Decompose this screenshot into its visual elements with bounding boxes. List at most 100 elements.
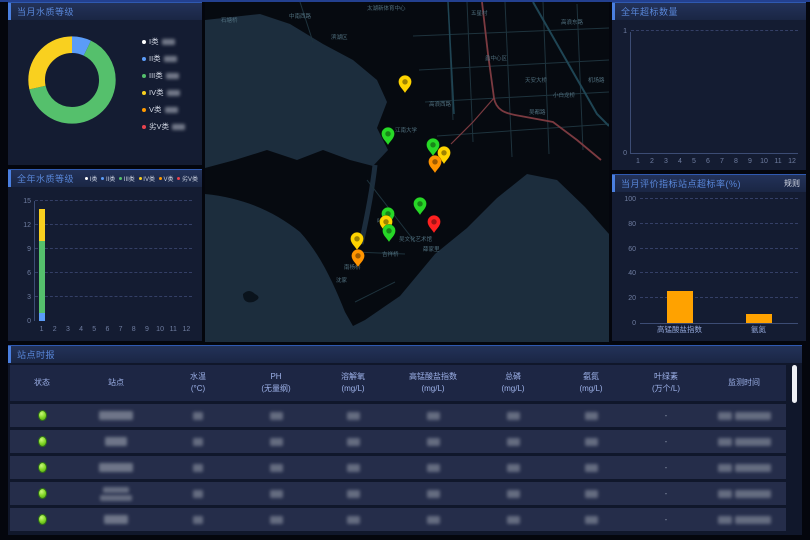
redacted-block xyxy=(718,516,732,524)
x-axis-tick: 12 xyxy=(785,158,799,165)
legend-item[interactable]: IV类 xyxy=(142,87,185,98)
cell-chlorophyll: - xyxy=(630,463,702,472)
y-axis-tick: 3 xyxy=(17,294,31,301)
table-header-row: 状态站点水温(°C)PH(无量纲)溶解氧(mg/L)高锰酸盐指数(mg/L)总磷… xyxy=(10,365,786,401)
redacted-block xyxy=(507,464,520,472)
stacked-bar-legend: I类 II类 III类 IV类 V类劣V类 xyxy=(81,174,198,183)
dash-value: - xyxy=(665,515,668,524)
legend-item[interactable]: III类 xyxy=(142,70,185,81)
redacted-block xyxy=(347,412,360,420)
redacted-block xyxy=(100,495,132,501)
map-panel[interactable]: 石塘桥中南西路滨湖区太湖新体育中心五星村蠡中心区高浪东路高浪西路天安大桥机场路小… xyxy=(205,2,609,342)
legend-dot xyxy=(142,40,146,44)
legend-item[interactable]: IV类 xyxy=(139,174,155,183)
cell-value-redacted xyxy=(158,516,238,524)
legend-dot xyxy=(142,91,146,95)
panel-title: 站点时报 xyxy=(17,348,55,361)
table-row[interactable]: - xyxy=(10,404,786,427)
x-axis-tick: 2 xyxy=(645,158,659,165)
table-row[interactable]: - xyxy=(10,430,786,453)
panel-header: 当月水质等级 xyxy=(8,2,202,20)
status-ok-dot xyxy=(38,462,47,473)
redacted-block xyxy=(270,490,283,498)
legend-item[interactable]: I类 xyxy=(142,36,185,47)
cell-value-redacted xyxy=(158,464,238,472)
cell-value-redacted xyxy=(392,490,474,498)
cell-value-redacted xyxy=(552,464,630,472)
stacked-bar-plot: 03691215123456789101112 xyxy=(34,201,192,321)
redacted-block xyxy=(585,490,598,498)
map-place-label: 吉祥桥 xyxy=(382,250,399,258)
map-place-label: 机场路 xyxy=(588,76,605,84)
cell-time-redacted xyxy=(702,464,786,472)
dash-value: - xyxy=(665,437,668,446)
donut-legend: I类 II类 III类 IV类 V类劣V类 xyxy=(142,36,185,138)
legend-dot xyxy=(142,108,146,112)
legend-item[interactable]: 劣V类 xyxy=(142,121,185,132)
redacted-block xyxy=(193,438,203,446)
redacted-block xyxy=(270,516,283,524)
redacted-block xyxy=(193,490,203,498)
y-axis-tick: 20 xyxy=(622,295,636,302)
cell-value-redacted xyxy=(314,464,392,472)
cell-value-redacted xyxy=(238,412,314,420)
column-header: 氨氮(mg/L) xyxy=(552,371,630,395)
rule-link[interactable]: 规则 xyxy=(784,178,800,189)
bar-segment-IV类 xyxy=(39,209,45,241)
y-axis-tick: 40 xyxy=(622,270,636,277)
city-map[interactable]: 石塘桥中南西路滨湖区太湖新体育中心五星村蠡中心区高浪东路高浪西路天安大桥机场路小… xyxy=(205,2,609,342)
redacted-block xyxy=(718,464,732,472)
bar-高锰酸盐指数 xyxy=(667,291,693,323)
legend-item[interactable]: II类 xyxy=(142,53,185,64)
redacted-block xyxy=(427,464,440,472)
table-row[interactable]: - xyxy=(10,482,786,505)
redacted-block xyxy=(585,516,598,524)
redacted-block xyxy=(193,412,203,420)
cell-value-redacted xyxy=(474,412,552,420)
x-axis-tick: 11 xyxy=(166,326,180,333)
panel-year-water-grade: 全年水质等级 I类 II类 III类 IV类 V类劣V类 036912151234567… xyxy=(8,169,202,341)
x-axis-tick: 3 xyxy=(61,326,75,333)
bar-氨氮 xyxy=(746,314,772,323)
legend-item[interactable]: II类 xyxy=(101,174,115,183)
legend-item[interactable]: V类 xyxy=(142,104,185,115)
table-row[interactable]: - xyxy=(10,456,786,479)
dash-value: - xyxy=(665,463,668,472)
legend-dot xyxy=(142,57,146,61)
redacted-block xyxy=(427,438,440,446)
cell-value-redacted xyxy=(238,438,314,446)
panel-title: 全年水质等级 xyxy=(17,172,74,185)
legend-value-redacted xyxy=(165,107,178,113)
legend-value-redacted xyxy=(172,124,185,130)
cell-value-redacted xyxy=(552,516,630,524)
legend-item[interactable]: V类 xyxy=(159,174,174,183)
legend-item[interactable]: 劣V类 xyxy=(177,174,198,183)
legend-label: 劣V类 xyxy=(182,174,198,183)
cell-station-redacted xyxy=(74,463,158,472)
legend-label: IV类 xyxy=(149,87,164,98)
cell-value-redacted xyxy=(238,464,314,472)
legend-label: I类 xyxy=(149,36,159,47)
legend-label: V类 xyxy=(149,104,162,115)
status-ok-dot xyxy=(38,436,47,447)
bar-segment-II类 xyxy=(39,313,45,321)
panel-month-water-grade: 当月水质等级 I类 II类 III类 IV类 V类劣V类 xyxy=(8,2,202,165)
y-axis-tick: 80 xyxy=(622,221,636,228)
legend-dot xyxy=(142,125,146,129)
map-place-label: 天安大桥 xyxy=(525,76,548,84)
legend-item[interactable]: I类 xyxy=(85,174,97,183)
legend-label: II类 xyxy=(149,53,161,64)
redacted-block xyxy=(718,490,732,498)
cell-value-redacted xyxy=(314,516,392,524)
redacted-block xyxy=(270,438,283,446)
legend-item[interactable]: III类 xyxy=(119,174,135,183)
panel-month-exceed-rate: 当月评价指标站点超标率(%) 规则 020406080100高锰酸盐指数氨氮 xyxy=(612,174,806,341)
table-scrollbar[interactable] xyxy=(792,365,797,403)
x-axis-tick: 9 xyxy=(140,326,154,333)
table-row[interactable]: - xyxy=(10,508,786,531)
cell-value-redacted xyxy=(238,490,314,498)
map-place-label: 太湖新体育中心 xyxy=(367,4,406,12)
x-axis-tick: 5 xyxy=(87,326,101,333)
map-place-label: 吴都路 xyxy=(529,108,546,116)
cell-value-redacted xyxy=(552,490,630,498)
